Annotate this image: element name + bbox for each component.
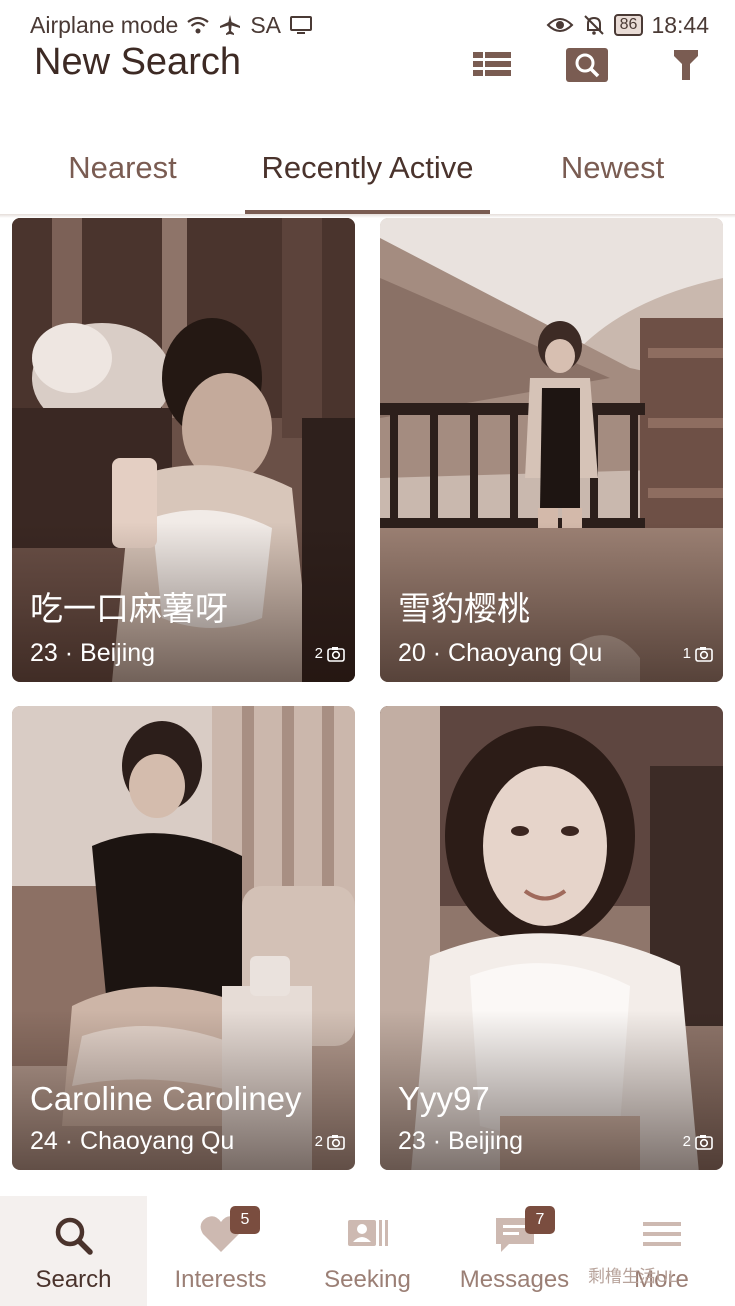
mute-bell-icon bbox=[583, 15, 604, 35]
status-right: 86 18:44 bbox=[546, 12, 709, 39]
nav-messages-label: Messages bbox=[459, 1266, 570, 1293]
profile-name: 雪豹樱桃 bbox=[398, 590, 530, 627]
photo-count: 2 bbox=[683, 1133, 713, 1150]
filter-icon[interactable] bbox=[664, 46, 708, 82]
photo-count-value: 2 bbox=[314, 1133, 323, 1150]
list-view-icon[interactable] bbox=[470, 46, 514, 82]
photo-count: 2 bbox=[315, 1133, 345, 1150]
profile-card[interactable]: 吃一口麻薯呀 23 · Beijing 2 bbox=[12, 218, 355, 682]
nav-interests[interactable]: 5 Interests bbox=[147, 1196, 294, 1306]
wifi-icon bbox=[187, 16, 209, 34]
nav-interests-label: Interests bbox=[174, 1266, 267, 1293]
interests-badge: 5 bbox=[230, 1206, 260, 1234]
camera-icon bbox=[695, 1134, 713, 1150]
photo-count-value: 1 bbox=[682, 645, 691, 662]
nav-more[interactable]: More bbox=[588, 1196, 735, 1306]
sim-label: SA bbox=[250, 11, 281, 38]
app-bar: New Search bbox=[0, 40, 735, 100]
watermark: 剩橹生活UL bbox=[588, 1267, 678, 1286]
status-left: Airplane mode SA bbox=[30, 12, 313, 39]
photo-count-value: 2 bbox=[682, 1133, 691, 1150]
tab-recently-active[interactable]: Recently Active bbox=[240, 150, 495, 186]
profile-age-location: 23 · Beijing bbox=[30, 639, 156, 667]
cast-icon bbox=[290, 16, 312, 34]
profile-age-location: 20 · Chaoyang Qu bbox=[398, 639, 603, 667]
profile-name: Caroline Caroliney bbox=[30, 1080, 302, 1117]
page-title: New Search bbox=[34, 41, 241, 83]
nav-seeking-label: Seeking bbox=[324, 1266, 411, 1293]
photo-count: 2 bbox=[315, 645, 345, 662]
photo-count-value: 2 bbox=[314, 645, 323, 662]
profile-age-location: 23 · Beijing bbox=[398, 1127, 524, 1155]
messages-badge: 7 bbox=[525, 1206, 555, 1234]
nav-messages[interactable]: 7 Messages bbox=[441, 1196, 588, 1306]
nav-search[interactable]: Search bbox=[0, 1196, 147, 1306]
tab-bar: Nearest Recently Active Newest bbox=[0, 140, 735, 216]
nav-search-label: Search bbox=[35, 1266, 112, 1293]
search-icon bbox=[55, 1217, 93, 1255]
tab-newest[interactable]: Newest bbox=[535, 150, 690, 186]
profile-card[interactable]: Yyy97 23 · Beijing 2 bbox=[380, 706, 723, 1170]
profile-name: 吃一口麻薯呀 bbox=[30, 590, 228, 627]
profile-card[interactable]: 雪豹樱桃 20 · Chaoyang Qu 1 bbox=[380, 218, 723, 682]
nav-seeking[interactable]: Seeking bbox=[294, 1196, 441, 1306]
photo-count: 1 bbox=[683, 645, 713, 662]
clock: 18:44 bbox=[651, 11, 709, 38]
airplane-mode-label: Airplane mode bbox=[30, 11, 179, 38]
id-card-icon bbox=[347, 1220, 388, 1246]
eye-icon bbox=[546, 18, 574, 32]
camera-icon bbox=[327, 646, 345, 662]
menu-icon bbox=[642, 1222, 681, 1246]
battery-indicator: 86 bbox=[613, 14, 644, 36]
search-icon[interactable] bbox=[565, 46, 609, 82]
bottom-navigation: Search 5 Interests Seeking 7 Messages Mo… bbox=[0, 1196, 735, 1306]
camera-icon bbox=[695, 646, 713, 662]
airplane-icon bbox=[220, 15, 241, 35]
profile-age-location: 24 · Chaoyang Qu bbox=[30, 1127, 235, 1155]
tab-nearest[interactable]: Nearest bbox=[40, 150, 205, 186]
profile-name: Yyy97 bbox=[398, 1080, 490, 1117]
profile-card[interactable]: Caroline Caroliney 24 · Chaoyang Qu 2 bbox=[12, 706, 355, 1170]
camera-icon bbox=[327, 1134, 345, 1150]
